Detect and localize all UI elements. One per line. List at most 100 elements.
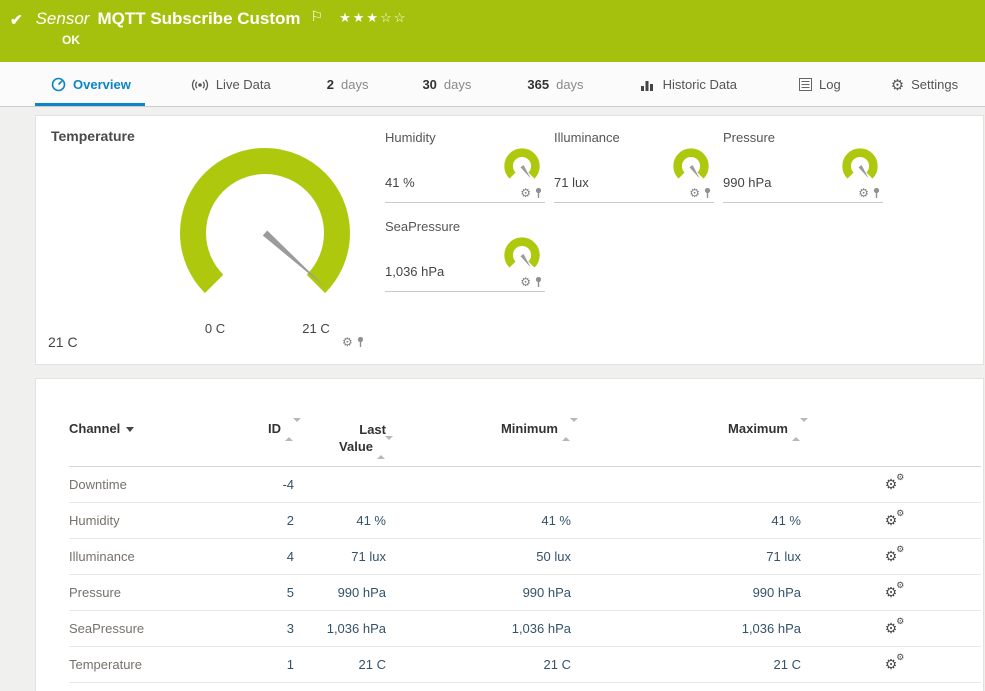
channel-minimum: 1,036 hPa bbox=[386, 621, 571, 636]
channel-last-value: 1,036 hPa bbox=[294, 621, 386, 636]
tab-label: Historic Data bbox=[663, 77, 737, 92]
column-header-id[interactable]: ID bbox=[229, 421, 294, 437]
gauge-settings-icon[interactable]: ⚙ bbox=[689, 187, 700, 199]
flag-icon[interactable]: ⚐ bbox=[311, 8, 324, 25]
channel-minimum: 50 lux bbox=[386, 549, 571, 564]
column-header-channel[interactable]: Channel bbox=[69, 421, 229, 436]
channel-name: Temperature bbox=[69, 657, 229, 672]
small-gauge-humidity: Humidity 41 % ⚙ bbox=[385, 126, 545, 203]
tab-bar: Overview Live Data 2 days 30 days 365 da… bbox=[0, 62, 985, 107]
stars-empty[interactable]: ☆☆ bbox=[380, 10, 407, 25]
tab-settings[interactable]: ⚙ Settings bbox=[891, 62, 958, 106]
tab-365-days[interactable]: 365 days bbox=[527, 62, 583, 106]
channel-maximum: 21 C bbox=[571, 657, 801, 672]
channel-last-value: 990 hPa bbox=[294, 585, 386, 600]
broadcast-icon bbox=[191, 78, 209, 92]
channel-maximum: 71 lux bbox=[571, 549, 801, 564]
gauge-value: 41 % bbox=[385, 175, 415, 190]
channel-settings-icon[interactable]: ⚙⚙ bbox=[885, 513, 898, 527]
column-header-maximum[interactable]: Maximum bbox=[571, 421, 801, 437]
channel-id: 2 bbox=[229, 513, 294, 528]
channel-name: Humidity bbox=[69, 513, 229, 528]
table-row-temperature: Temperature 1 21 C 21 C 21 C ⚙⚙ bbox=[69, 647, 981, 683]
pin-icon[interactable] bbox=[703, 187, 712, 199]
gauge-value: 990 hPa bbox=[723, 175, 771, 190]
stars-filled[interactable]: ★★★ bbox=[339, 10, 380, 25]
channel-id: 5 bbox=[229, 585, 294, 600]
pin-icon[interactable] bbox=[534, 187, 543, 199]
channel-table-panel: Channel ID Last Value Minimum Maximum Do… bbox=[35, 378, 984, 691]
status-check-icon: ✔ bbox=[10, 11, 23, 29]
gear-icon-small: ⚙ bbox=[896, 473, 904, 482]
tab-overview[interactable]: Overview bbox=[35, 62, 145, 106]
tab-label: Overview bbox=[73, 77, 131, 92]
tab-30-days[interactable]: 30 days bbox=[422, 62, 471, 106]
tab-live-data[interactable]: Live Data bbox=[191, 62, 271, 106]
channel-id: 3 bbox=[229, 621, 294, 636]
channel-minimum: 990 hPa bbox=[386, 585, 571, 600]
channel-id: -4 bbox=[229, 477, 294, 492]
tab-label: days bbox=[444, 77, 471, 92]
tab-number: 30 bbox=[422, 77, 436, 92]
channel-settings-icon[interactable]: ⚙⚙ bbox=[885, 585, 898, 599]
channel-settings-icon[interactable]: ⚙⚙ bbox=[885, 657, 898, 671]
gear-icon-small: ⚙ bbox=[896, 509, 904, 518]
column-label: ID bbox=[268, 421, 281, 436]
column-label: Minimum bbox=[501, 421, 558, 436]
gauge-settings-icon[interactable]: ⚙ bbox=[858, 187, 869, 199]
channel-minimum: 21 C bbox=[386, 657, 571, 672]
gauge-value: 71 lux bbox=[554, 175, 589, 190]
small-gauge-seapressure: SeaPressure 1,036 hPa ⚙ bbox=[385, 215, 545, 292]
gauge-scale-max: 21 C bbox=[294, 321, 338, 336]
column-header-last-value[interactable]: Last Value bbox=[294, 421, 386, 456]
tab-label: days bbox=[341, 77, 368, 92]
column-header-minimum[interactable]: Minimum bbox=[386, 421, 571, 437]
small-gauge-illuminance: Illuminance 71 lux ⚙ bbox=[554, 126, 714, 203]
temperature-gauge bbox=[170, 138, 360, 328]
channel-minimum: 41 % bbox=[386, 513, 571, 528]
channel-id: 4 bbox=[229, 549, 294, 564]
channel-maximum: 41 % bbox=[571, 513, 801, 528]
gauge-settings-icon[interactable]: ⚙ bbox=[342, 336, 353, 348]
bar-chart-icon bbox=[640, 78, 656, 91]
gear-icon-small: ⚙ bbox=[896, 581, 904, 590]
tab-historic-data[interactable]: Historic Data bbox=[640, 62, 737, 106]
table-row-humidity: Humidity 2 41 % 41 % 41 % ⚙⚙ bbox=[69, 503, 981, 539]
tab-label: Settings bbox=[911, 77, 958, 92]
table-header-row: Channel ID Last Value Minimum Maximum bbox=[69, 421, 981, 467]
channel-name: Pressure bbox=[69, 585, 229, 600]
channel-maximum: 1,036 hPa bbox=[571, 621, 801, 636]
channel-settings-icon[interactable]: ⚙⚙ bbox=[885, 549, 898, 563]
column-label: Maximum bbox=[728, 421, 788, 436]
sort-icon bbox=[377, 439, 386, 456]
channel-maximum: 990 hPa bbox=[571, 585, 801, 600]
gauge-scale-min: 0 C bbox=[196, 321, 234, 336]
table-row-illuminance: Illuminance 4 71 lux 50 lux 71 lux ⚙⚙ bbox=[69, 539, 981, 575]
channel-last-value: 71 lux bbox=[294, 549, 386, 564]
channel-id: 1 bbox=[229, 657, 294, 672]
gauge-title: Pressure bbox=[723, 130, 883, 146]
channel-settings-icon[interactable]: ⚙⚙ bbox=[885, 621, 898, 635]
tab-number: 365 bbox=[527, 77, 549, 92]
tab-log[interactable]: Log bbox=[799, 62, 841, 106]
gear-icon: ⚙ bbox=[891, 76, 904, 94]
channel-name: Illuminance bbox=[69, 549, 229, 564]
channel-last-value: 21 C bbox=[294, 657, 386, 672]
gauge-settings-icon[interactable]: ⚙ bbox=[520, 276, 531, 288]
sort-icon bbox=[285, 422, 294, 437]
tab-number: 2 bbox=[327, 77, 334, 92]
tab-2-days[interactable]: 2 days bbox=[327, 62, 369, 106]
log-list-icon bbox=[799, 78, 812, 91]
pin-icon[interactable] bbox=[534, 276, 543, 288]
pin-icon[interactable] bbox=[356, 336, 365, 348]
table-row-seapressure: SeaPressure 3 1,036 hPa 1,036 hPa 1,036 … bbox=[69, 611, 981, 647]
priority-stars[interactable]: ★★★☆☆ bbox=[339, 10, 407, 26]
sensor-header: ✔ Sensor MQTT Subscribe Custom ⚐ ★★★☆☆ O… bbox=[0, 0, 985, 62]
gauge-title: Illuminance bbox=[554, 130, 714, 146]
channel-settings-icon[interactable]: ⚙⚙ bbox=[885, 477, 898, 491]
gauge-value: 1,036 hPa bbox=[385, 264, 444, 279]
table-row-downtime: Downtime -4 ⚙⚙ bbox=[69, 467, 981, 503]
pin-icon[interactable] bbox=[872, 187, 881, 199]
gauge-settings-icon[interactable]: ⚙ bbox=[520, 187, 531, 199]
gear-icon-small: ⚙ bbox=[896, 653, 904, 662]
